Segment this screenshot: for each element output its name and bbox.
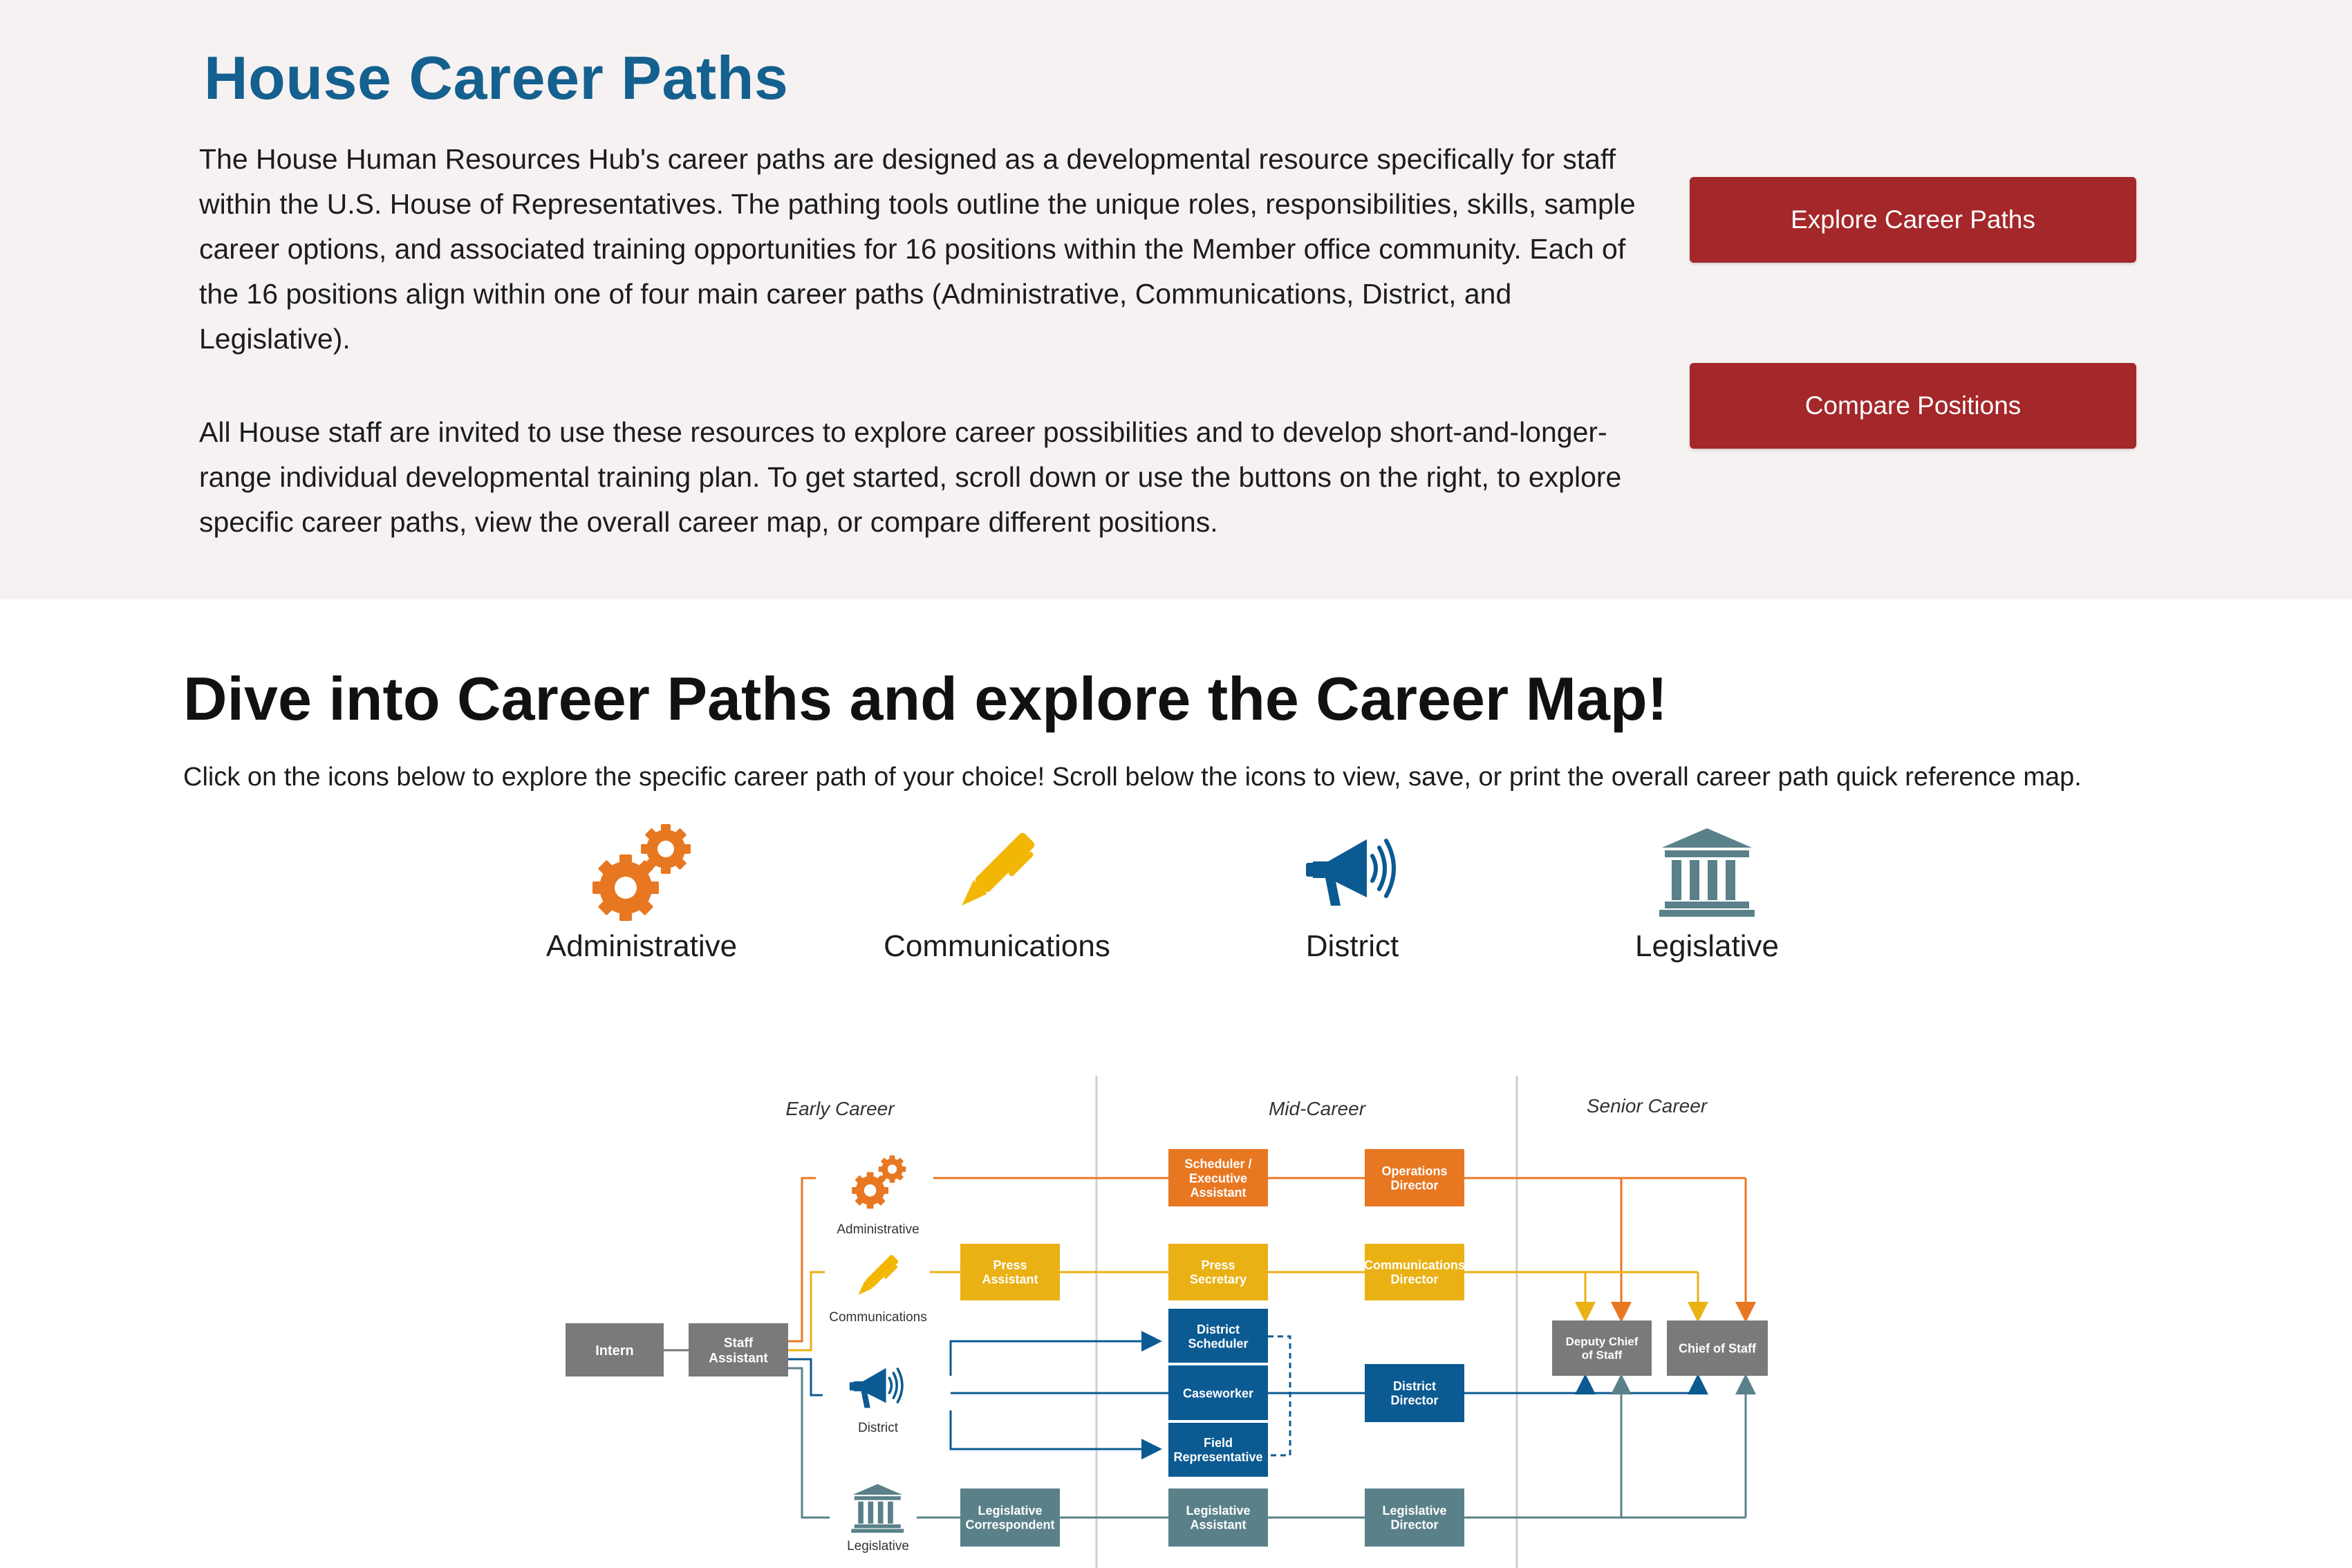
- intro-paragraph-2: All House staff are invited to use these…: [199, 416, 1622, 538]
- box-press-assistant: Press Assistant: [960, 1244, 1060, 1300]
- page-title: House Career Paths: [204, 44, 789, 112]
- map-label-district: District: [858, 1421, 899, 1435]
- box-scheduler-executive-assistant: Scheduler / Executive Assistant: [1168, 1149, 1268, 1206]
- box-chief-of-staff: Chief of Staff: [1667, 1320, 1768, 1376]
- path-label-administrative: Administrative: [545, 929, 738, 963]
- box-caseworker: Caseworker: [1168, 1365, 1268, 1420]
- box-legislative-correspondent: Legislative Correspondent: [960, 1488, 1060, 1547]
- box-operations-director: Operations Director: [1365, 1149, 1464, 1206]
- gears-icon: [592, 824, 691, 921]
- box-deputy-chief-of-staff: Deputy Chief of Staff: [1552, 1320, 1652, 1376]
- capitol-building-icon: [1659, 828, 1755, 917]
- stage-mid-career: Mid-Career: [1269, 1098, 1367, 1119]
- map-gears-icon: [852, 1155, 906, 1209]
- intro-paragraph: The House Human Resources Hub's career p…: [199, 143, 1636, 355]
- map-pen-icon: [858, 1255, 899, 1296]
- path-label-communications: Communications: [884, 929, 1110, 963]
- box-district-scheduler: District Scheduler: [1168, 1309, 1268, 1363]
- map-megaphone-icon: [849, 1368, 904, 1408]
- megaphone-icon: [1306, 839, 1396, 906]
- box-communications-director: Communications Director: [1364, 1244, 1465, 1300]
- box-press-secretary: Press Secretary: [1168, 1244, 1268, 1300]
- map-label-administrative: Administrative: [837, 1222, 919, 1237]
- stage-early-career: Early Career: [785, 1098, 895, 1119]
- pen-icon: [962, 832, 1035, 906]
- path-communications-link[interactable]: Communications: [852, 820, 1142, 976]
- box-legislative-assistant: Legislative Assistant: [1168, 1488, 1268, 1547]
- explore-career-paths-button[interactable]: Explore Career Paths: [1690, 177, 2136, 263]
- compare-positions-button[interactable]: Compare Positions: [1690, 363, 2136, 449]
- svg-text:Intern: Intern: [595, 1343, 634, 1359]
- map-label-communications: Communications: [829, 1310, 927, 1325]
- path-administrative-link[interactable]: Administrative: [496, 820, 787, 976]
- svg-text:LegislativeCorrespondent: Legislative Correspondent: [965, 1504, 1054, 1532]
- box-intern: Intern: [566, 1323, 664, 1376]
- svg-text:Scheduler /ExecutiveAssistant: Scheduler / Executive Assistant: [1184, 1157, 1251, 1200]
- svg-text:DistrictScheduler: District Scheduler: [1188, 1323, 1248, 1351]
- section-description: Click on the icons below to explore the …: [183, 763, 2082, 792]
- section-title: Dive into Career Paths and explore the C…: [183, 664, 1668, 733]
- path-label-legislative: Legislative: [1635, 929, 1779, 963]
- svg-text:OperationsDirector: Operations Director: [1381, 1164, 1447, 1193]
- map-capitol-icon: [851, 1484, 904, 1533]
- map-label-legislative: Legislative: [847, 1539, 909, 1553]
- path-label-district: District: [1305, 929, 1399, 963]
- box-legislative-director: Legislative Director: [1365, 1488, 1464, 1547]
- box-staff-assistant: Staff Assistant: [689, 1323, 788, 1376]
- intro-section: House Career Paths The House Human Resou…: [0, 0, 2352, 599]
- svg-text:LegislativeAssistant: Legislative Assistant: [1186, 1504, 1250, 1532]
- svg-text:DistrictDirector: District Director: [1390, 1379, 1438, 1408]
- svg-text:Caseworker: Caseworker: [1183, 1386, 1253, 1400]
- career-map[interactable]: Early Career Mid-Career Senior Career In…: [0, 1065, 2352, 1568]
- svg-text:LegislativeDirector: Legislative Director: [1382, 1504, 1446, 1532]
- svg-text:Chief of Staff: Chief of Staff: [1679, 1341, 1757, 1355]
- path-district-link[interactable]: District: [1207, 820, 1497, 976]
- stage-senior-career: Senior Career: [1587, 1095, 1708, 1117]
- box-district-director: District Director: [1365, 1364, 1464, 1422]
- path-legislative-link[interactable]: Legislative: [1562, 820, 1852, 976]
- box-field-representative: Field Representative: [1168, 1423, 1268, 1477]
